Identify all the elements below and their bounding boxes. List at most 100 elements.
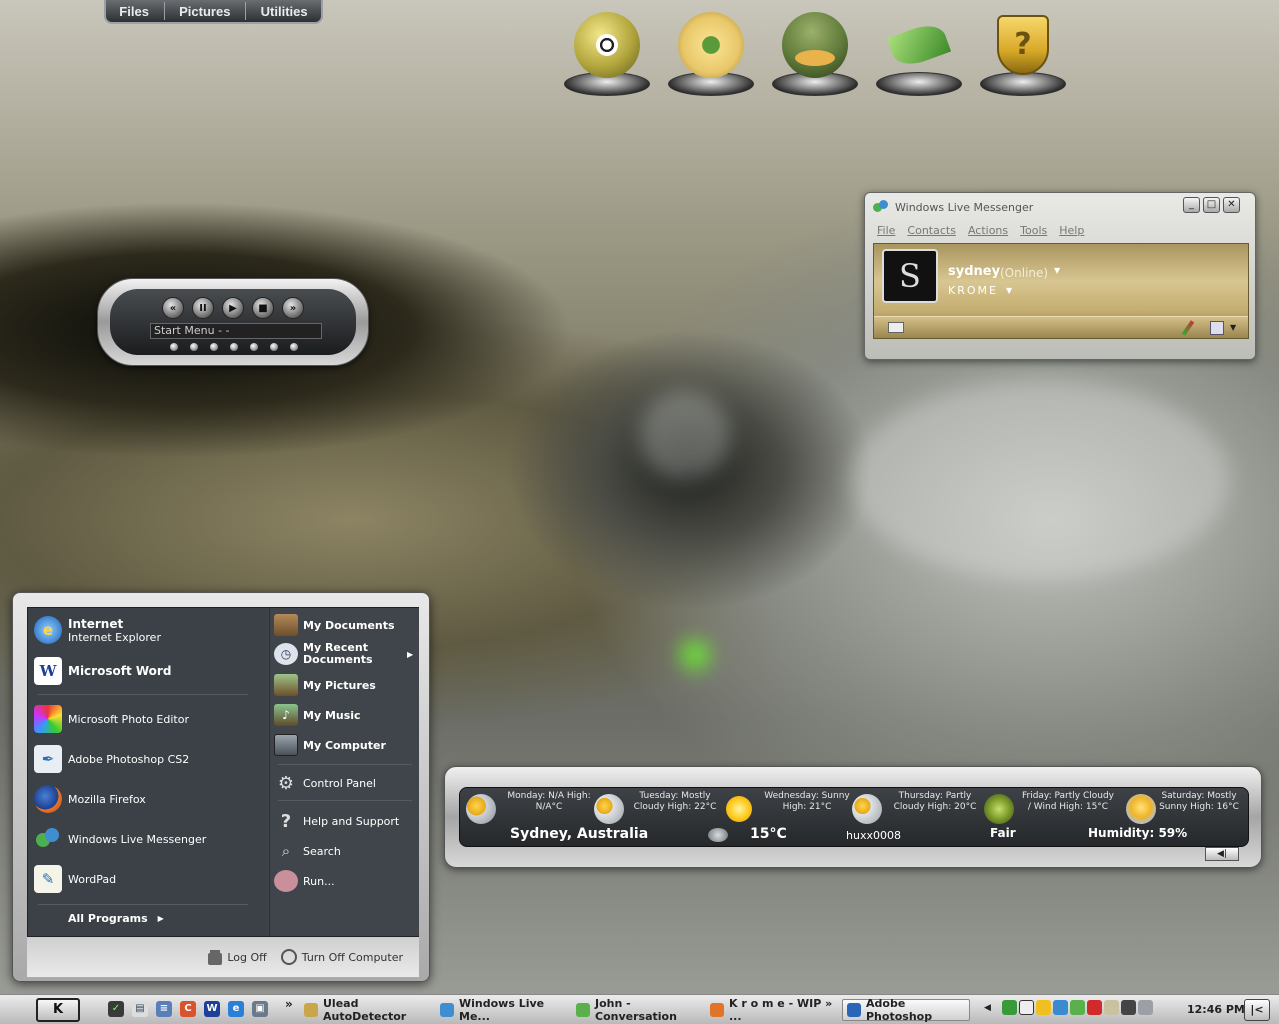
place-my-pictures[interactable]: My Pictures: [274, 672, 376, 698]
menu-actions[interactable]: Actions: [968, 224, 1008, 237]
dock-item-leaf[interactable]: [872, 12, 964, 96]
minimize-button[interactable]: _: [1183, 197, 1200, 213]
rewind-icon[interactable]: «: [162, 297, 184, 319]
place-my-recent-documents[interactable]: ◷ My Recent Documents ▶: [274, 638, 413, 670]
status-text[interactable]: (Online): [1000, 266, 1048, 280]
dock-item-shield[interactable]: ?: [976, 12, 1068, 96]
internet-explorer-icon[interactable]: e: [228, 1001, 244, 1017]
start-button[interactable]: K: [36, 998, 80, 1022]
mail-icon[interactable]: [888, 322, 904, 333]
tray-antivirus-icon[interactable]: [1087, 1000, 1102, 1015]
tab-pictures[interactable]: Pictures: [179, 4, 230, 19]
avatar[interactable]: S: [882, 249, 938, 303]
pinned-title: Internet: [68, 616, 124, 631]
player-dot[interactable]: [170, 343, 178, 351]
explorer-icon[interactable]: ▤: [132, 1001, 148, 1017]
recent-program-item[interactable]: Microsoft Photo Editor: [34, 702, 189, 736]
show-desktop-button[interactable]: |<: [1244, 999, 1270, 1021]
dock-item-flower[interactable]: [664, 12, 756, 96]
pinned-internet-explorer[interactable]: e Internet Internet Explorer: [34, 612, 161, 648]
recent-program-item[interactable]: Windows Live Messenger: [34, 822, 206, 856]
contact-options-icon[interactable]: [1210, 321, 1224, 335]
shield-icon: ?: [990, 12, 1056, 78]
status-chevron-down-icon[interactable]: ▼: [1054, 266, 1060, 275]
tray-star-icon[interactable]: [1121, 1000, 1136, 1015]
task-button[interactable]: Windows Live Me...: [436, 997, 568, 1023]
task-button[interactable]: Ulead AutoDetector: [300, 997, 432, 1023]
tray-volume-icon[interactable]: [1138, 1000, 1153, 1015]
weather-location: Sydney, Australia: [510, 826, 649, 842]
quicklaunch-chevron-icon[interactable]: »: [285, 997, 293, 1011]
place-label: My Documents: [303, 618, 395, 632]
system-help-and-support[interactable]: ? Help and Support: [274, 808, 399, 834]
menu-file[interactable]: File: [877, 224, 895, 237]
all-programs-button[interactable]: All Programs ▶: [68, 912, 164, 925]
tray-messenger-icon[interactable]: [1070, 1000, 1085, 1015]
log-off-label: Log Off: [227, 950, 267, 964]
stop-icon[interactable]: ■: [252, 297, 274, 319]
system-search[interactable]: ⌕ Search: [274, 838, 341, 864]
place-my-computer[interactable]: My Computer: [274, 732, 386, 758]
message-chevron-down-icon[interactable]: ▼: [1006, 286, 1012, 295]
tab-utilities[interactable]: Utilities: [261, 4, 308, 19]
pinned-microsoft-word[interactable]: W Microsoft Word: [34, 654, 171, 688]
task-label: Ulead AutoDetector: [323, 997, 407, 1023]
tray-expand-icon[interactable]: ◀: [984, 1003, 991, 1013]
forecast-thursday: Thursday: Partly Cloudy High: 20°C: [893, 791, 977, 812]
word-icon[interactable]: W: [204, 1001, 220, 1017]
media-icon[interactable]: C: [180, 1001, 196, 1017]
pause-icon[interactable]: II: [192, 297, 214, 319]
player-dot[interactable]: [290, 343, 298, 351]
menu-tools[interactable]: Tools: [1020, 224, 1047, 237]
tray-printer-icon[interactable]: [1104, 1000, 1119, 1015]
weather-humidity: Humidity: 59%: [1088, 826, 1188, 840]
place-my-music[interactable]: ♪ My Music: [274, 702, 361, 728]
place-my-documents[interactable]: My Documents: [274, 612, 395, 638]
paintbrush-icon[interactable]: [1181, 320, 1195, 336]
maximize-button[interactable]: □: [1203, 197, 1220, 213]
forward-icon[interactable]: »: [282, 297, 304, 319]
recent-program-item[interactable]: Mozilla Firefox: [34, 782, 146, 816]
player-dot[interactable]: [230, 343, 238, 351]
player-dot[interactable]: [270, 343, 278, 351]
tray-calendar-icon[interactable]: [1019, 1000, 1034, 1015]
player-panel: « II ▶ ■ » Start Menu - -: [110, 289, 356, 355]
recent-program-item[interactable]: ✒ Adobe Photoshop CS2: [34, 742, 189, 776]
system-control-panel[interactable]: ⚙ Control Panel: [274, 770, 376, 796]
player-dot[interactable]: [250, 343, 258, 351]
firefox-icon: [34, 785, 62, 813]
task-button[interactable]: John - Conversation: [572, 997, 704, 1023]
notes-icon[interactable]: ≡: [156, 1001, 172, 1017]
system-run[interactable]: Run...: [274, 868, 335, 894]
forecast-wednesday: Wednesday: Sunny High: 21°C: [764, 791, 850, 812]
tab-files[interactable]: Files: [119, 4, 149, 19]
log-off-button[interactable]: Log Off: [208, 949, 267, 965]
menu-help[interactable]: Help: [1059, 224, 1084, 237]
task-button[interactable]: K r o m e - WIP » ...: [706, 997, 838, 1023]
power-icon: [280, 949, 297, 965]
dock-item-duck[interactable]: [768, 12, 860, 96]
menu-contacts[interactable]: Contacts: [907, 224, 956, 237]
divider: [38, 904, 248, 905]
player-dot[interactable]: [210, 343, 218, 351]
place-label: My Computer: [303, 738, 386, 752]
display-name[interactable]: sydney: [948, 264, 1000, 279]
task-button[interactable]: Adobe Photoshop: [842, 997, 970, 1023]
close-button[interactable]: ✕: [1223, 197, 1240, 213]
remote-desktop-icon[interactable]: ▣: [252, 1001, 268, 1017]
current-temperature: 15°C: [750, 826, 787, 842]
turn-off-button[interactable]: Turn Off Computer: [280, 949, 403, 965]
dock-item-chameleon[interactable]: [560, 12, 652, 96]
tray-update-icon[interactable]: [1036, 1000, 1051, 1015]
tray-sync-icon[interactable]: [1053, 1000, 1068, 1015]
tray-network-icon[interactable]: [1002, 1000, 1017, 1015]
show-desktop-icon[interactable]: ✓: [108, 1001, 124, 1017]
weather-collapse-button[interactable]: ◀|: [1205, 847, 1239, 861]
play-icon[interactable]: ▶: [222, 297, 244, 319]
recent-program-item[interactable]: ✎ WordPad: [34, 862, 116, 896]
options-chevron-down-icon[interactable]: ▼: [1230, 323, 1236, 332]
place-label: My Pictures: [303, 678, 376, 692]
personal-message[interactable]: KROME: [948, 284, 998, 297]
player-dot[interactable]: [190, 343, 198, 351]
taskbar-clock[interactable]: 12:46 PM: [1187, 1003, 1245, 1016]
